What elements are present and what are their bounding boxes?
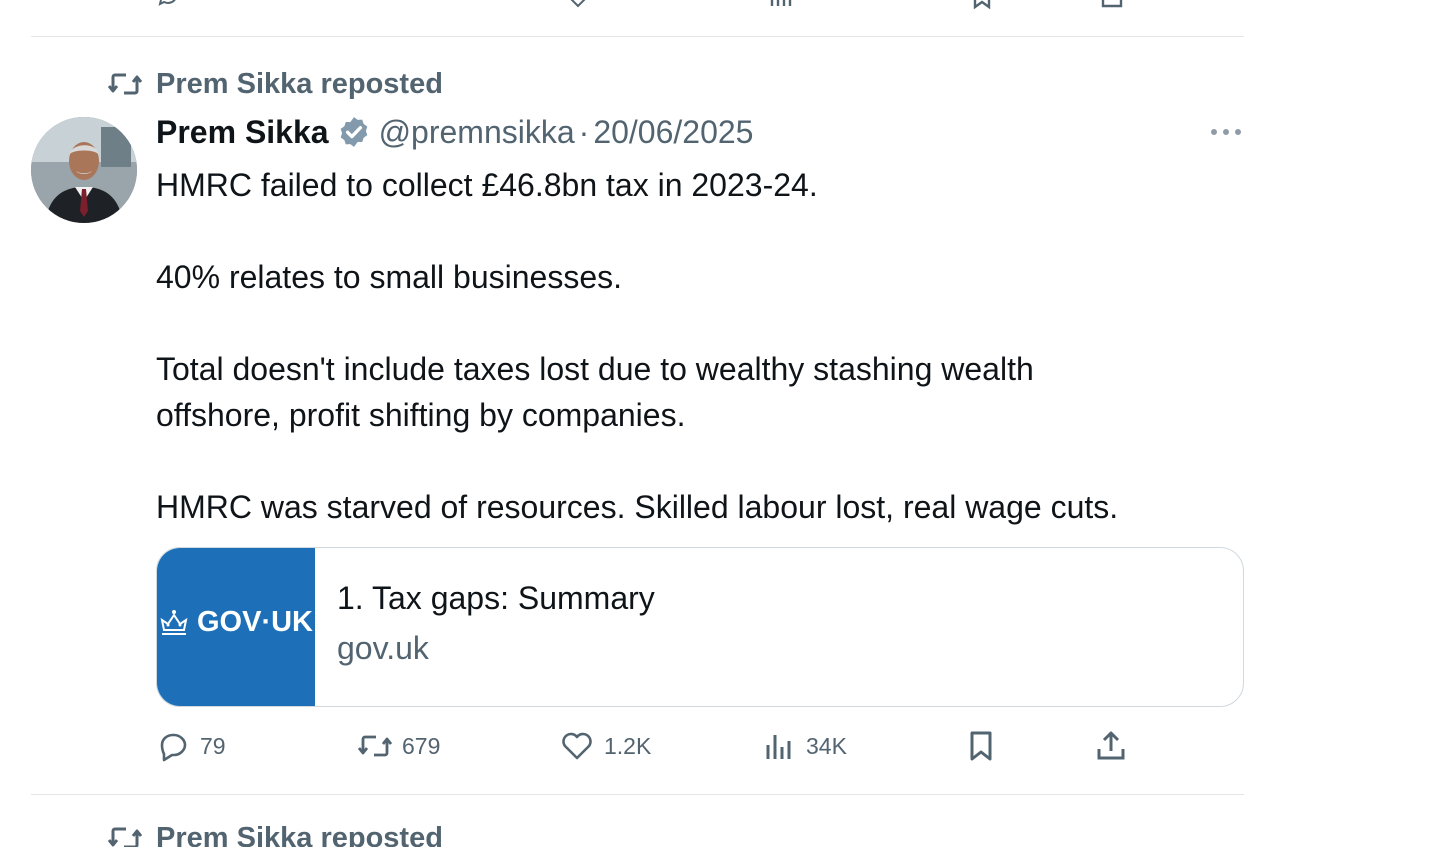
tweet-actions: 79 679 1.2K 34K [156,726,1156,766]
verified-badge-icon[interactable] [337,115,371,149]
link-card-domain: gov.uk [337,630,429,666]
next-tweet-repost-context[interactable]: Prem Sikka reposted [108,820,443,847]
like-count: 1.2K [604,732,652,759]
link-card-info: 1. Tax gaps: Summary gov.uk [315,548,655,706]
repost-count: 679 [402,732,441,759]
previous-tweet-actions [156,0,1156,10]
link-card-thumbnail: GOV·UK [157,548,315,706]
separator-dot: · [578,113,590,150]
author-name[interactable]: Prem Sikka [156,114,329,151]
repost-icon [108,73,142,95]
tweet-divider [31,794,1244,795]
reply-button[interactable]: 79 [156,726,226,766]
repost-icon [108,827,142,847]
like-icon[interactable] [566,0,590,10]
tweet-text: HMRC failed to collect £46.8bn tax in 20… [156,162,1236,530]
repost-icon [358,735,392,757]
tweet-paragraph: HMRC failed to collect £46.8bn tax in 20… [156,167,818,203]
repost-label[interactable]: Prem Sikka reposted [156,822,443,847]
tweet-paragraph: Total doesn't include taxes lost due to … [156,351,1034,433]
share-icon[interactable] [1100,0,1124,10]
reply-count: 79 [200,732,226,759]
reply-icon [160,733,187,762]
heart-icon [562,732,592,760]
link-card[interactable]: GOV·UK 1. Tax gaps: Summary gov.uk [156,547,1244,707]
views-icon[interactable] [768,0,792,10]
tweet-paragraph: 40% relates to small businesses. [156,259,622,295]
views-icon [766,735,791,759]
tweet-divider [31,36,1244,37]
repost-button[interactable]: 679 [358,726,440,766]
timeline-feed: Prem Sikka reposted Prem Sikka @premnsik… [0,0,1430,847]
govuk-logo: GOV·UK [159,606,313,639]
tweet-date[interactable]: 20/06/2025 [593,114,753,151]
like-button[interactable]: 1.2K [560,726,651,766]
link-card-title[interactable]: 1. Tax gaps: Summary [337,576,655,620]
bookmark-button[interactable] [964,726,998,766]
avatar[interactable] [31,117,137,223]
tweet-paragraph: HMRC was starved of resources. Skilled l… [156,489,1119,525]
govuk-logo-text: GOV·UK [197,606,313,638]
reply-icon[interactable] [156,0,180,10]
views-count: 34K [806,732,847,759]
repost-context[interactable]: Prem Sikka reposted [108,66,443,102]
repost-label[interactable]: Prem Sikka reposted [156,68,443,101]
crown-icon [160,609,188,635]
share-icon [1097,731,1125,760]
bookmark-icon[interactable] [970,0,994,10]
views-button[interactable]: 34K [762,726,847,766]
tweet-header: Prem Sikka @premnsikka · 20/06/2025 [156,110,753,154]
more-options-icon[interactable] [1206,122,1246,142]
author-handle[interactable]: @premnsikka [379,114,575,151]
share-button[interactable] [1094,726,1128,766]
bookmark-icon [970,731,992,761]
